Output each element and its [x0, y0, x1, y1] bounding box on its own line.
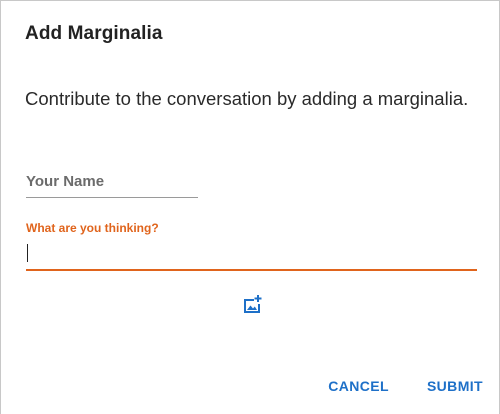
dialog-description: Contribute to the conversation by adding… [25, 88, 469, 109]
add-photo-icon [244, 295, 262, 313]
cancel-button[interactable]: CANCEL [328, 378, 389, 394]
thought-label: What are you thinking? [26, 221, 159, 235]
name-field[interactable] [26, 167, 198, 198]
name-input[interactable] [26, 167, 198, 195]
add-marginalia-dialog: Add Marginalia Contribute to the convers… [0, 0, 500, 414]
thought-input[interactable] [26, 239, 477, 271]
add-image-button[interactable] [241, 294, 263, 316]
submit-button[interactable]: SUBMIT [427, 378, 483, 394]
text-caret [27, 244, 28, 262]
dialog-title: Add Marginalia [25, 23, 163, 44]
